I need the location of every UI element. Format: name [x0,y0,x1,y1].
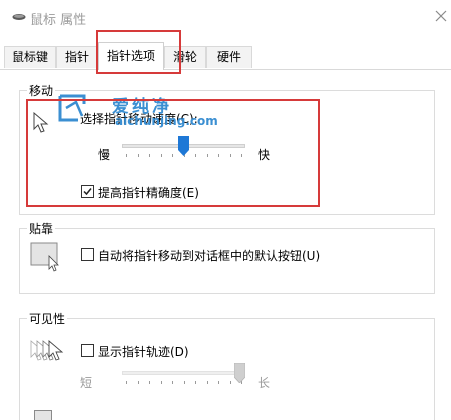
trails-label[interactable]: 显示指针轨迹(D) [98,343,189,360]
slider-tick [149,154,150,157]
slider-tick [206,381,208,384]
tab-label: 鼠标键 [11,50,48,64]
snap-group-title: 贴靠 [27,220,56,237]
tab-pointers[interactable]: 指针 [56,46,98,68]
slow-label: 慢 [98,148,111,162]
slider-tick [149,381,150,384]
trails-checkbox[interactable] [81,344,94,357]
slider-tick [160,154,162,157]
slider-tick [229,381,231,384]
snap-checkbox[interactable] [81,248,94,261]
window-title: 鼠标 属性 [30,13,87,28]
motion-group-title: 移动 [27,82,56,99]
slider-tick [126,154,127,157]
pointer-trails-icon [30,340,64,361]
tab-label: 指针选项 [106,49,155,63]
slider-tick [172,381,173,384]
visibility-group-title: 可见性 [27,310,68,327]
slider-tick [195,154,196,157]
pointer-arrow-icon [33,112,49,133]
trails-slider-thumb[interactable] [234,363,245,383]
title-bar: 鼠标 属性 [0,0,451,36]
tab-wheel[interactable]: 滑轮 [164,46,206,68]
short-label: 短 [80,376,93,390]
tab-label: 滑轮 [172,50,197,64]
tab-label: 指针 [64,50,89,64]
speed-slider-thumb[interactable] [178,136,189,156]
hide-pointer-icon [34,410,52,420]
slider-tick [206,154,208,157]
slider-tick [183,381,185,384]
slider-tick [218,381,219,384]
speed-label: 选择指针移动速度(C): [80,112,198,126]
tab-label: 硬件 [216,50,241,64]
close-icon[interactable] [432,7,450,25]
tab-hardware[interactable]: 硬件 [206,46,252,68]
precision-label[interactable]: 提高指针精确度(E) [98,184,199,201]
slider-tick [229,154,231,157]
tab-pointer-options[interactable]: 指针选项 [98,42,164,70]
fast-label: 快 [258,148,271,162]
slider-tick [137,381,139,384]
slider-tick [241,154,242,157]
slider-tick [172,154,173,157]
tab-panel: 移动 选择指针移动速度(C): 慢 快 提高指针精确度(E) 贴靠 自动将指针移… [0,70,451,420]
precision-checkbox[interactable] [81,185,94,198]
tab-strip: 鼠标键 指针 指针选项 滑轮 硬件 [0,36,451,70]
snap-label[interactable]: 自动将指针移动到对话框中的默认按钮(U) [98,247,320,264]
visibility-group [19,318,435,420]
slider-tick [126,381,127,384]
tab-buttons[interactable]: 鼠标键 [4,46,56,68]
slider-tick [160,381,162,384]
slider-tick [195,381,196,384]
slider-tick [137,154,139,157]
slider-tick [218,154,219,157]
mouse-icon [12,14,26,20]
checkmark-icon [83,188,92,196]
snap-button-icon [30,242,59,272]
long-label: 长 [258,376,271,390]
trails-slider-track[interactable] [122,371,245,375]
